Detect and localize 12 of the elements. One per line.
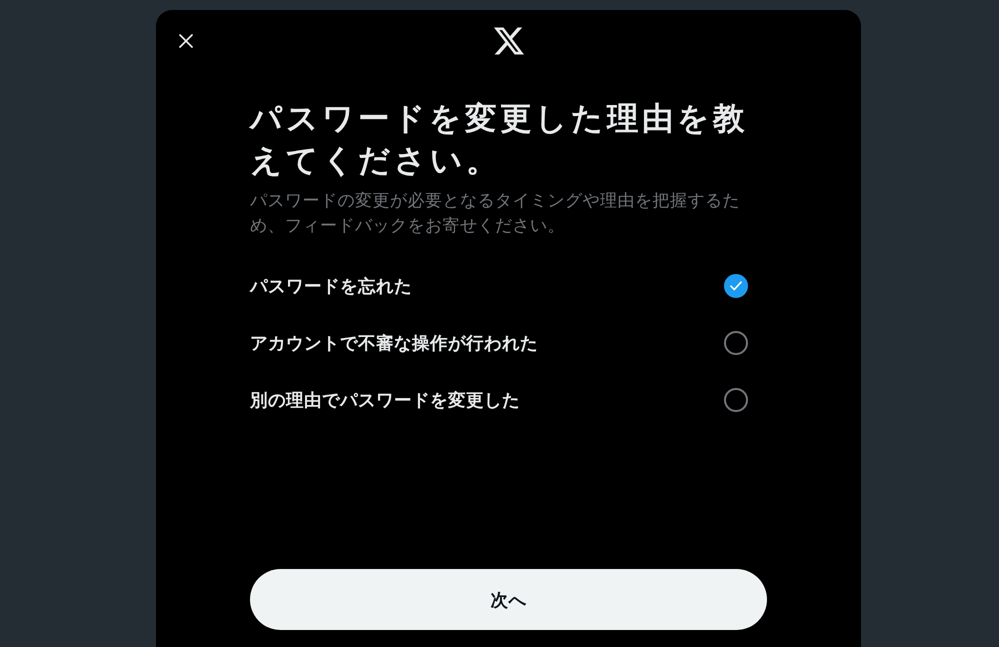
next-button[interactable]: 次へ [250, 569, 767, 630]
reason-label[interactable]: 別の理由でパスワードを変更した [250, 388, 520, 412]
radio-button[interactable] [724, 388, 748, 412]
reason-label[interactable]: アカウントで不審な操作が行われた [250, 330, 538, 354]
radio-button[interactable] [724, 274, 748, 298]
close-icon[interactable] [179, 34, 193, 48]
dialog-title: パスワードを変更した理由を教えてください。 [250, 100, 749, 181]
reason-label[interactable]: パスワードを忘れた [250, 274, 412, 298]
dialog-description: パスワードの変更が必要となるタイミングや理由を把握するため、フィードバックをお寄せください。 [250, 190, 741, 238]
logo-icon [494, 26, 524, 56]
radio-button[interactable] [724, 330, 748, 354]
check-icon [730, 280, 742, 290]
